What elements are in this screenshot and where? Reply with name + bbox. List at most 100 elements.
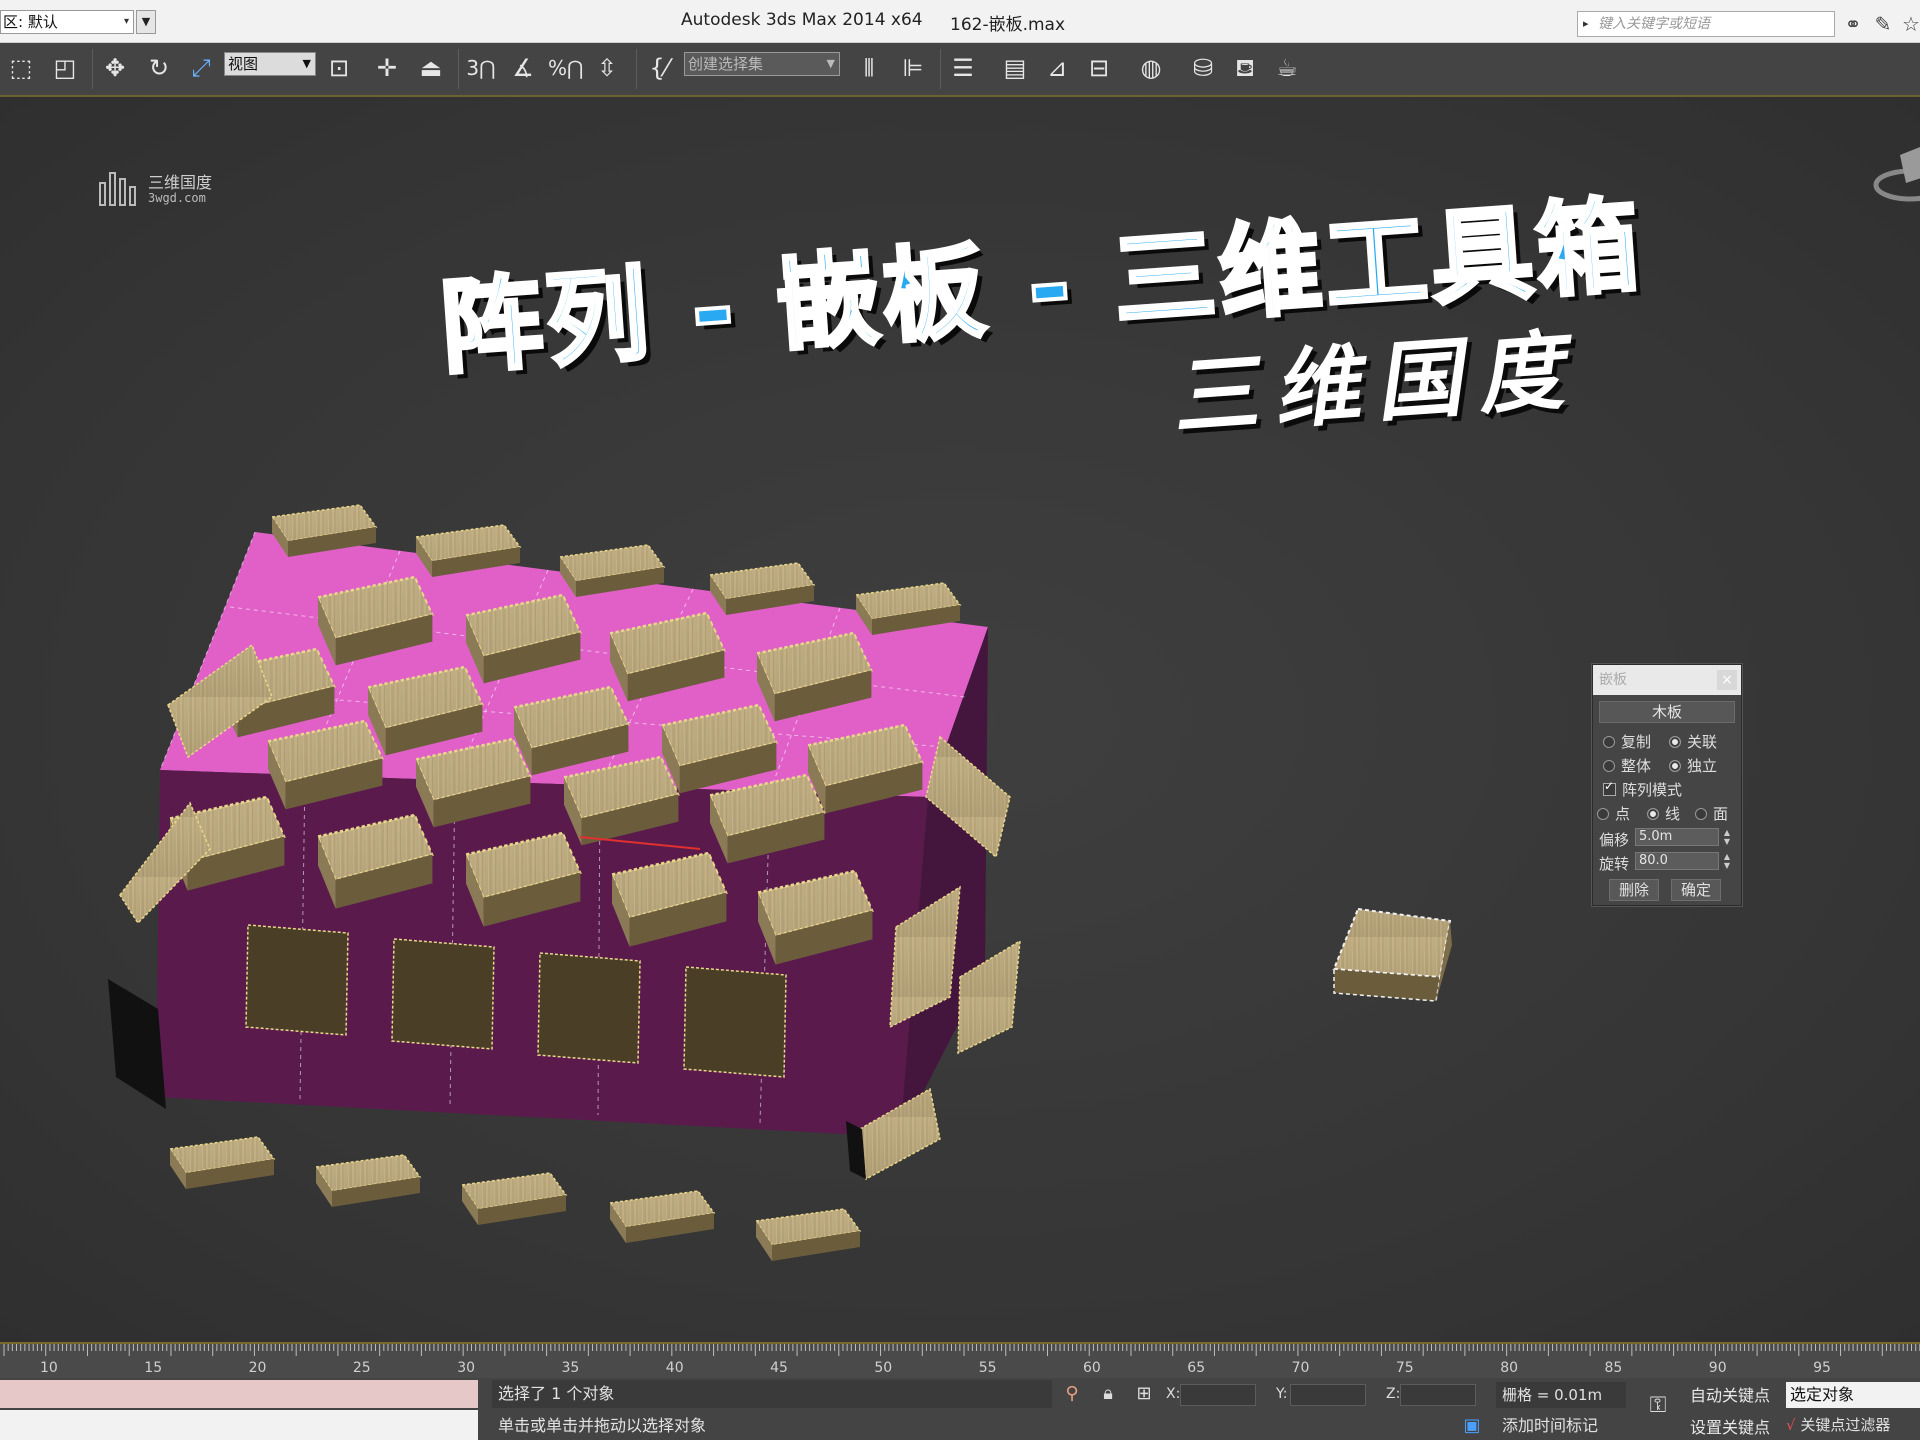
radio-line	[1647, 808, 1659, 820]
maxscript-listener-input[interactable]	[0, 1380, 478, 1408]
rotate-spinner[interactable]: ▲ ▼	[1721, 852, 1733, 870]
set-key-button[interactable]: 设置关键点	[1690, 1414, 1770, 1438]
selection-set-placeholder: 创建选择集	[688, 55, 764, 73]
rendered-frame-icon[interactable]: ⛾	[1228, 50, 1262, 86]
material-button[interactable]: 木板	[1599, 701, 1735, 723]
prompt-hint: 单击或单击并拖动以选择对象	[498, 1416, 707, 1435]
x-coordinate-input[interactable]	[1180, 1384, 1256, 1406]
workspace-dropdown[interactable]: 区: 默认 ▾	[0, 10, 134, 34]
bottom-plank[interactable]	[609, 1190, 715, 1244]
toolbar-separator	[92, 49, 93, 89]
offset-spinner[interactable]: ▲ ▼	[1721, 828, 1733, 846]
face-label: 面	[1713, 805, 1729, 823]
window-titlebar: 区: 默认 ▾ ▼ Autodesk 3ds Max 2014 x64 162-…	[0, 0, 1920, 43]
independent-label: 独立	[1687, 757, 1718, 775]
rotate-label: 旋转	[1599, 855, 1630, 873]
rotate-row: 旋转 80.0 ▲ ▼	[1599, 851, 1739, 873]
instance-radio[interactable]: 关联	[1669, 731, 1717, 752]
pivot-center-icon[interactable]: ⊡	[322, 50, 356, 86]
z-coordinate-input[interactable]	[1400, 1384, 1476, 1406]
maxscript-output[interactable]	[0, 1410, 478, 1440]
key-filter-label: 关键点过滤器	[1800, 1416, 1891, 1434]
wrench-icon[interactable]: ✎	[1868, 10, 1898, 38]
keyboard-shortcut-icon[interactable]: ⏏	[414, 50, 448, 86]
workspace-menu-button[interactable]: ▼	[136, 10, 156, 34]
inlay-panel-dialog: 嵌板 × 木板 复制 关联 整体 独立 阵列模式 点 线 面 偏移 5.0m ▲…	[1592, 664, 1742, 906]
reference-coordinate-select[interactable]: 视图 ▼	[224, 52, 316, 76]
add-time-tag-button[interactable]: 添加时间标记	[1496, 1412, 1626, 1440]
ruler-label: 45	[770, 1360, 788, 1376]
render-setup-icon[interactable]: ⛁	[1186, 50, 1220, 86]
close-icon[interactable]: ×	[1717, 670, 1737, 690]
line-label: 线	[1665, 805, 1681, 823]
scale-icon[interactable]: ⤢	[184, 50, 218, 86]
snap-toggle-icon[interactable]: 3⋂	[464, 50, 498, 86]
radio-instance	[1669, 736, 1681, 748]
curve-icon: √	[1786, 1416, 1801, 1434]
ruler-label: 15	[144, 1360, 163, 1376]
expand-triangle-icon[interactable]: ▸	[1583, 12, 1589, 36]
bottom-plank[interactable]	[169, 1136, 275, 1190]
line-radio[interactable]: 线	[1647, 803, 1680, 824]
perspective-viewport[interactable]: 三维国度 3wgd.com 阵列 - 嵌板 - 三维工具箱 三维国度 嵌板 × …	[0, 97, 1920, 1342]
face-radio[interactable]: 面	[1695, 803, 1728, 824]
named-selection-set-select[interactable]: 创建选择集 ▼	[684, 52, 840, 76]
array-mode-label: 阵列模式	[1622, 781, 1683, 799]
rotate-input[interactable]: 80.0	[1635, 852, 1719, 870]
edit-named-selection-icon[interactable]: {⁄	[642, 50, 676, 86]
star-icon[interactable]: ☆	[1896, 10, 1920, 38]
layer-manager-icon[interactable]: ☰	[946, 50, 980, 86]
key-filters-button[interactable]: √ 关键点过滤器	[1786, 1414, 1890, 1435]
render-teapot-icon[interactable]: ☕	[1270, 50, 1304, 86]
selected-plank[interactable]	[1332, 907, 1452, 1002]
curve-editor-icon[interactable]: ⊿	[1040, 50, 1074, 86]
bottom-plank[interactable]	[315, 1154, 421, 1208]
whole-radio[interactable]: 整体	[1603, 755, 1651, 776]
time-ruler[interactable]: 10 15 20 25 30 35 40 45 50 55 60 65 70 75 80 85 90 95	[0, 1342, 1920, 1380]
ruler-label: 40	[665, 1360, 684, 1376]
chevron-down-icon: ▼	[826, 57, 835, 70]
spinner-snap-icon[interactable]: ⇳	[590, 50, 624, 86]
angle-snap-icon[interactable]: ∡	[506, 50, 540, 86]
manipulate-icon[interactable]: ✛	[370, 50, 404, 86]
point-radio[interactable]: 点	[1597, 803, 1630, 824]
window-crossing-icon[interactable]: ◰	[48, 50, 82, 86]
bottom-plank[interactable]	[755, 1208, 861, 1262]
bottom-plank[interactable]	[461, 1172, 567, 1226]
delete-button[interactable]: 删除	[1609, 879, 1659, 901]
rotate-icon[interactable]: ↻	[142, 50, 176, 86]
lock-icon[interactable]: 🔒︎	[1096, 1382, 1120, 1406]
key-icon[interactable]: ⚿	[1646, 1394, 1670, 1418]
absolute-mode-icon[interactable]: ⊞	[1132, 1382, 1156, 1406]
point-label: 点	[1615, 805, 1631, 823]
select-region-icon[interactable]: ⬚	[4, 50, 38, 86]
key-target-select[interactable]: 选定对象	[1786, 1382, 1920, 1408]
independent-radio[interactable]: 独立	[1669, 755, 1717, 776]
copy-radio[interactable]: 复制	[1603, 731, 1651, 752]
y-coordinate-input[interactable]	[1290, 1384, 1366, 1406]
schematic-view-icon[interactable]: ⊟	[1082, 50, 1116, 86]
move-icon[interactable]: ✥	[98, 50, 132, 86]
whole-label: 整体	[1621, 757, 1652, 775]
graphite-tools-icon[interactable]: ▤	[998, 50, 1032, 86]
infocenter-search-input[interactable]: ▸ 键入关键字或短语	[1577, 11, 1835, 37]
ruler-label: 20	[248, 1360, 267, 1376]
toolbar-separator	[636, 49, 637, 89]
ok-button[interactable]: 确定	[1671, 879, 1721, 901]
isolate-icon[interactable]: ⚲	[1060, 1382, 1084, 1406]
auto-key-button[interactable]: 自动关键点	[1690, 1382, 1770, 1406]
material-editor-icon[interactable]: ◍	[1134, 50, 1168, 86]
ruler-ticks	[3, 1344, 1920, 1356]
align-icon[interactable]: ⊫	[896, 50, 930, 86]
offset-input[interactable]: 5.0m	[1635, 828, 1719, 846]
y-label: Y:	[1276, 1386, 1288, 1402]
time-tag-icon[interactable]: ▣	[1460, 1414, 1484, 1438]
percent-snap-icon[interactable]: %⋂	[548, 50, 583, 86]
snap-3d-label: 3	[466, 56, 480, 80]
array-mode-checkbox[interactable]: 阵列模式	[1603, 779, 1682, 800]
search-placeholder: 键入关键字或短语	[1598, 16, 1710, 32]
radio-whole	[1603, 760, 1615, 772]
mirror-icon[interactable]: ⫴	[852, 50, 886, 86]
offset-label: 偏移	[1599, 831, 1630, 849]
binoculars-icon[interactable]: ⚭	[1838, 10, 1868, 38]
